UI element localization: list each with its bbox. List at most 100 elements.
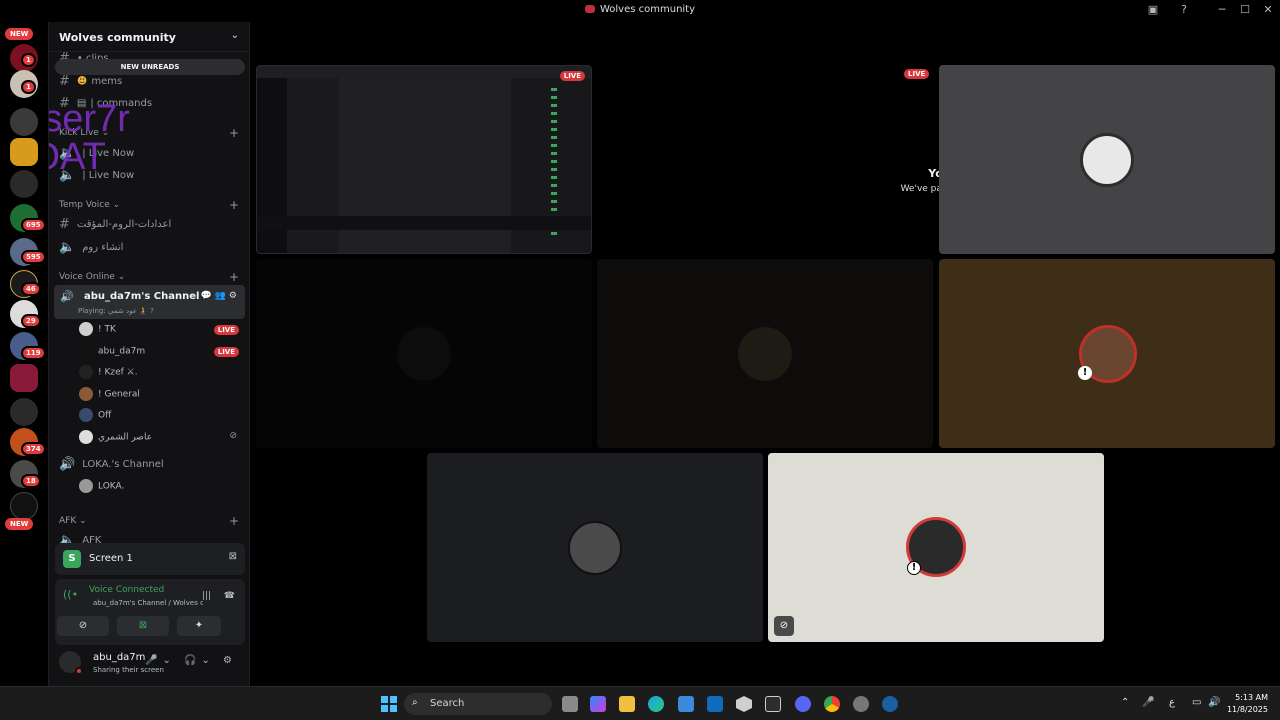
avatar [79, 322, 93, 336]
participant-tile[interactable]: ! [939, 259, 1275, 448]
server-icon[interactable] [10, 138, 38, 166]
copilot-icon[interactable] [590, 696, 606, 712]
channel-commands[interactable]: # ▤ | commands [59, 96, 152, 111]
camera-button[interactable]: ⊘ [57, 616, 109, 636]
windows-start-icon[interactable] [381, 696, 397, 712]
avatar [738, 327, 792, 381]
add-channel-button[interactable]: + [229, 198, 239, 212]
channel-label: commands [96, 98, 153, 109]
voice-user[interactable]: عاصر الشمري [79, 430, 152, 444]
voice-channel-loka[interactable]: 🔊 LOKA.'s Channel [59, 457, 164, 472]
share-screen-button[interactable]: ⊠ [117, 616, 169, 636]
screen-share-card[interactable]: S Screen 1 ⊠ [55, 543, 245, 575]
guild-header[interactable]: Wolves community ⌄ [49, 22, 249, 52]
speaker-icon: 🔊 [59, 457, 76, 472]
participant-tile[interactable] [256, 259, 592, 448]
ctrl-app-icon[interactable] [765, 696, 781, 712]
new-unreads-banner[interactable]: NEW UNREADS [55, 59, 245, 75]
voice-channel-live-now-2[interactable]: 🔈 | Live Now [59, 168, 134, 183]
voice-location[interactable]: abu_da7m's Channel / Wolves commun... [93, 599, 203, 607]
server-icon[interactable] [10, 170, 38, 198]
avatar [1080, 133, 1134, 187]
avatar [79, 479, 93, 493]
channel-mems[interactable]: # ☻ mems [59, 74, 122, 89]
participant-tile[interactable] [939, 65, 1275, 254]
taskbar-search[interactable]: ⌕ Search [404, 693, 552, 715]
live-badge: LIVE [904, 69, 930, 79]
search-placeholder: Search [430, 698, 465, 709]
signal-icon[interactable]: ((• [63, 588, 78, 601]
hex-app-icon[interactable] [736, 696, 752, 712]
steam-icon[interactable] [882, 696, 898, 712]
add-channel-button[interactable]: + [229, 270, 239, 284]
mention-badge: 695 [21, 218, 46, 232]
help-icon[interactable]: ? [1176, 3, 1192, 16]
display-icon[interactable]: ▭ [1192, 697, 1201, 708]
voice-user[interactable]: ! General [79, 387, 140, 401]
clock[interactable]: 5:13 AM 11/8/2025 [1227, 692, 1268, 716]
file-explorer-icon[interactable] [619, 696, 635, 712]
channel-temp-settings[interactable]: # اعدادات-الروم-المؤقت [59, 217, 171, 232]
stream-tile[interactable]: LIVE [256, 65, 592, 254]
disconnect-icon[interactable]: ☎ [224, 591, 235, 601]
mention-badge: 18 [21, 474, 41, 488]
task-view-icon[interactable] [562, 696, 578, 712]
add-channel-button[interactable]: + [229, 126, 239, 140]
participant-tile[interactable] [427, 453, 763, 642]
edge-icon[interactable] [648, 696, 664, 712]
microphone-icon[interactable]: 🎤 [1142, 697, 1154, 708]
inbox-icon[interactable]: ▣ [1145, 3, 1161, 16]
voice-status[interactable]: Voice Connected [89, 585, 164, 595]
add-channel-button[interactable]: + [229, 514, 239, 528]
speaker-icon: 🔈 [59, 168, 76, 183]
warning-icon: ! [907, 561, 921, 575]
volume-icon[interactable]: 🔊 [1208, 697, 1220, 708]
outlook-icon[interactable] [707, 696, 723, 712]
voice-channel-live-now-1[interactable]: 🔈 | Live Now [59, 146, 134, 161]
close-button[interactable]: ✕ [1260, 3, 1276, 16]
voice-user[interactable]: ! Kzef ⚔. [79, 365, 138, 379]
language-indicator[interactable]: ع [1169, 697, 1175, 708]
voice-user[interactable]: abu_da7m [79, 344, 145, 358]
server-icon[interactable] [10, 108, 38, 136]
hash-icon: # [59, 74, 70, 89]
minimize-button[interactable]: ─ [1214, 3, 1230, 16]
stop-share-icon[interactable]: ⊠ [229, 551, 237, 562]
chevron-up-icon[interactable]: ⌃ [1121, 697, 1129, 708]
voice-channel-create[interactable]: 🔈 انشاء روم [59, 240, 123, 255]
store-icon[interactable] [678, 696, 694, 712]
window-titlebar: Wolves community ▣ ? ─ ☐ ✕ [0, 0, 1280, 22]
server-icon[interactable] [10, 398, 38, 426]
user-controls[interactable]: 🎤⌄ 🎧⌄ ⚙ [145, 655, 237, 666]
app-icon[interactable] [853, 696, 869, 712]
category-voice-online[interactable]: Voice Online ⌄ [59, 272, 125, 282]
user-name[interactable]: abu_da7m [93, 652, 145, 663]
category-kick-live[interactable]: Kick Live ⌄ [59, 128, 109, 138]
active-voice-channel[interactable]: 🔊 abu_da7m's Channel Playing: عود شمي 🧎 … [54, 285, 245, 319]
maximize-button[interactable]: ☐ [1237, 3, 1253, 16]
voice-user[interactable]: LOKA. [79, 479, 124, 493]
activities-button[interactable]: ✦ [177, 616, 221, 636]
participant-tile[interactable]: ! ⊘ [768, 453, 1104, 642]
channel-label: abu_da7m's Channel [84, 291, 200, 302]
voice-user-name: ! TK [98, 324, 116, 335]
user-panel: abu_da7m Sharing their screen 🎤⌄ 🎧⌄ ⚙ [55, 649, 245, 683]
mention-badge: 29 [21, 314, 41, 328]
server-icon[interactable] [10, 492, 38, 520]
server-icon[interactable] [10, 364, 38, 392]
participant-tile[interactable] [597, 259, 933, 448]
noise-suppression-icon[interactable]: ||| [202, 591, 211, 601]
new-badge: NEW [5, 518, 34, 530]
voice-user[interactable]: Off [79, 408, 111, 422]
category-temp-voice[interactable]: Temp Voice ⌄ [59, 200, 120, 210]
window-title: Wolves community [0, 4, 1280, 15]
chrome-icon[interactable] [824, 696, 840, 712]
discord-icon[interactable] [795, 696, 811, 712]
category-afk[interactable]: AFK ⌄ [59, 516, 87, 526]
status-dot [75, 667, 83, 675]
channel-controls[interactable]: 💬👥⚙ [201, 291, 240, 301]
channel-label: mems [91, 76, 123, 87]
voice-user-name: LOKA. [98, 481, 125, 492]
mention-badge: 46 [21, 282, 41, 296]
voice-user[interactable]: ! TK [79, 322, 116, 336]
